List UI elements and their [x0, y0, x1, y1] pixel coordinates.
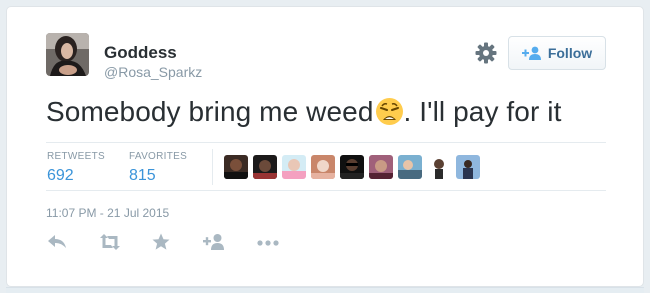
- follow-person-plus-icon: [521, 46, 541, 60]
- favoriter-avatar[interactable]: [456, 155, 480, 179]
- user-name[interactable]: Goddess: [104, 43, 177, 63]
- gear-icon[interactable]: [474, 41, 498, 65]
- tweet-text-part2: . I'll pay for it: [403, 96, 562, 127]
- follow-button-label: Follow: [547, 45, 593, 61]
- tweet-timestamp[interactable]: 11:07 PM - 21 Jul 2015: [46, 206, 169, 220]
- favorites-label: FAVORITES: [129, 151, 188, 162]
- favoriter-avatar[interactable]: [398, 155, 422, 179]
- avatar[interactable]: [46, 33, 89, 76]
- follow-button[interactable]: Follow: [508, 36, 606, 70]
- favoriter-avatar[interactable]: [427, 155, 451, 179]
- retweets-label: RETWEETS: [47, 151, 105, 162]
- weary-face-emoji-icon: [375, 97, 404, 126]
- card-bottom-strip: [6, 287, 644, 293]
- divider-top: [46, 142, 606, 143]
- stats-separator: [212, 149, 213, 185]
- retweets-stat[interactable]: RETWEETS 692: [47, 151, 105, 185]
- favorites-stat[interactable]: FAVORITES 815: [129, 151, 187, 185]
- retweets-count[interactable]: 692: [47, 167, 105, 185]
- favoriter-avatar[interactable]: [253, 155, 277, 179]
- tweet-text: Somebody bring me weed . I'll pay for it: [46, 96, 561, 128]
- divider-bottom: [46, 190, 606, 191]
- favoriter-avatar[interactable]: [369, 155, 393, 179]
- retweet-icon[interactable]: [99, 233, 123, 255]
- favoriter-avatar[interactable]: [224, 155, 248, 179]
- more-icon[interactable]: [257, 233, 281, 255]
- tweet-text-part1: Somebody bring me weed: [46, 96, 374, 127]
- reply-icon[interactable]: [47, 233, 71, 255]
- favorite-icon[interactable]: [152, 233, 176, 255]
- favoriter-avatar[interactable]: [282, 155, 306, 179]
- favorites-count[interactable]: 815: [129, 167, 187, 185]
- favoriter-avatar[interactable]: [311, 155, 335, 179]
- follow-user-icon[interactable]: [203, 233, 227, 255]
- favoriter-avatar[interactable]: [340, 155, 364, 179]
- user-handle[interactable]: @Rosa_Sparkz: [104, 64, 202, 80]
